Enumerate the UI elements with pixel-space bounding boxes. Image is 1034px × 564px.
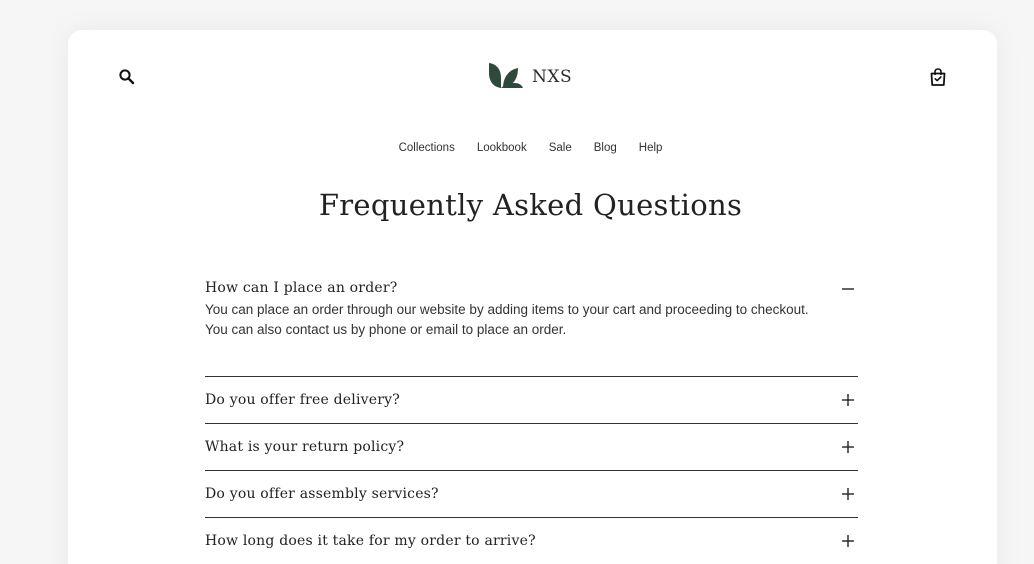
faq-question-toggle[interactable]: Do you offer free delivery? — [205, 377, 858, 423]
nav-item-blog[interactable]: Blog — [594, 142, 617, 154]
page-title: Frequently Asked Questions — [318, 188, 743, 222]
faq-question-toggle[interactable]: How long does it take for my order to ar… — [205, 518, 858, 564]
plus-icon[interactable] — [841, 487, 855, 501]
nav-item-lookbook[interactable]: Lookbook — [477, 142, 527, 154]
brand-logo[interactable]: NXS — [488, 61, 573, 94]
logo-mark-icon — [488, 61, 524, 94]
faq-item: How can I place an order? You can place … — [205, 262, 858, 376]
nav-item-collections[interactable]: Collections — [399, 142, 455, 154]
faq-answer: You can place an order through our websi… — [205, 302, 809, 337]
main-nav: Collections Lookbook Sale Blog Help — [68, 142, 993, 154]
faq-item: What is your return policy? — [205, 424, 858, 470]
faq-question: What is your return policy? — [205, 439, 405, 455]
minus-icon[interactable] — [841, 282, 855, 296]
faq-question: How can I place an order? — [205, 280, 398, 296]
faq-question-toggle[interactable]: What is your return policy? — [205, 424, 858, 470]
faq-item: Do you offer free delivery? — [205, 377, 858, 423]
faq-list: How can I place an order? You can place … — [205, 262, 858, 564]
plus-icon[interactable] — [841, 534, 855, 548]
shopping-bag-icon[interactable] — [928, 67, 948, 87]
faq-item: How long does it take for my order to ar… — [205, 518, 858, 564]
faq-question-toggle[interactable]: How can I place an order? — [205, 262, 858, 297]
nav-item-sale[interactable]: Sale — [549, 142, 572, 154]
plus-icon[interactable] — [841, 440, 855, 454]
nav-item-help[interactable]: Help — [639, 142, 663, 154]
plus-icon[interactable] — [841, 393, 855, 407]
content-card: NXS Collections Lookbook Sale Blog Help … — [68, 30, 997, 564]
faq-item: Do you offer assembly services? — [205, 471, 858, 517]
search-icon[interactable] — [118, 68, 136, 86]
logo-text: NXS — [532, 67, 573, 87]
faq-question-toggle[interactable]: Do you offer assembly services? — [205, 471, 858, 517]
faq-question: How long does it take for my order to ar… — [205, 533, 536, 549]
page: NXS Collections Lookbook Sale Blog Help … — [0, 0, 1034, 564]
faq-question: Do you offer free delivery? — [205, 392, 400, 408]
faq-question: Do you offer assembly services? — [205, 486, 439, 502]
